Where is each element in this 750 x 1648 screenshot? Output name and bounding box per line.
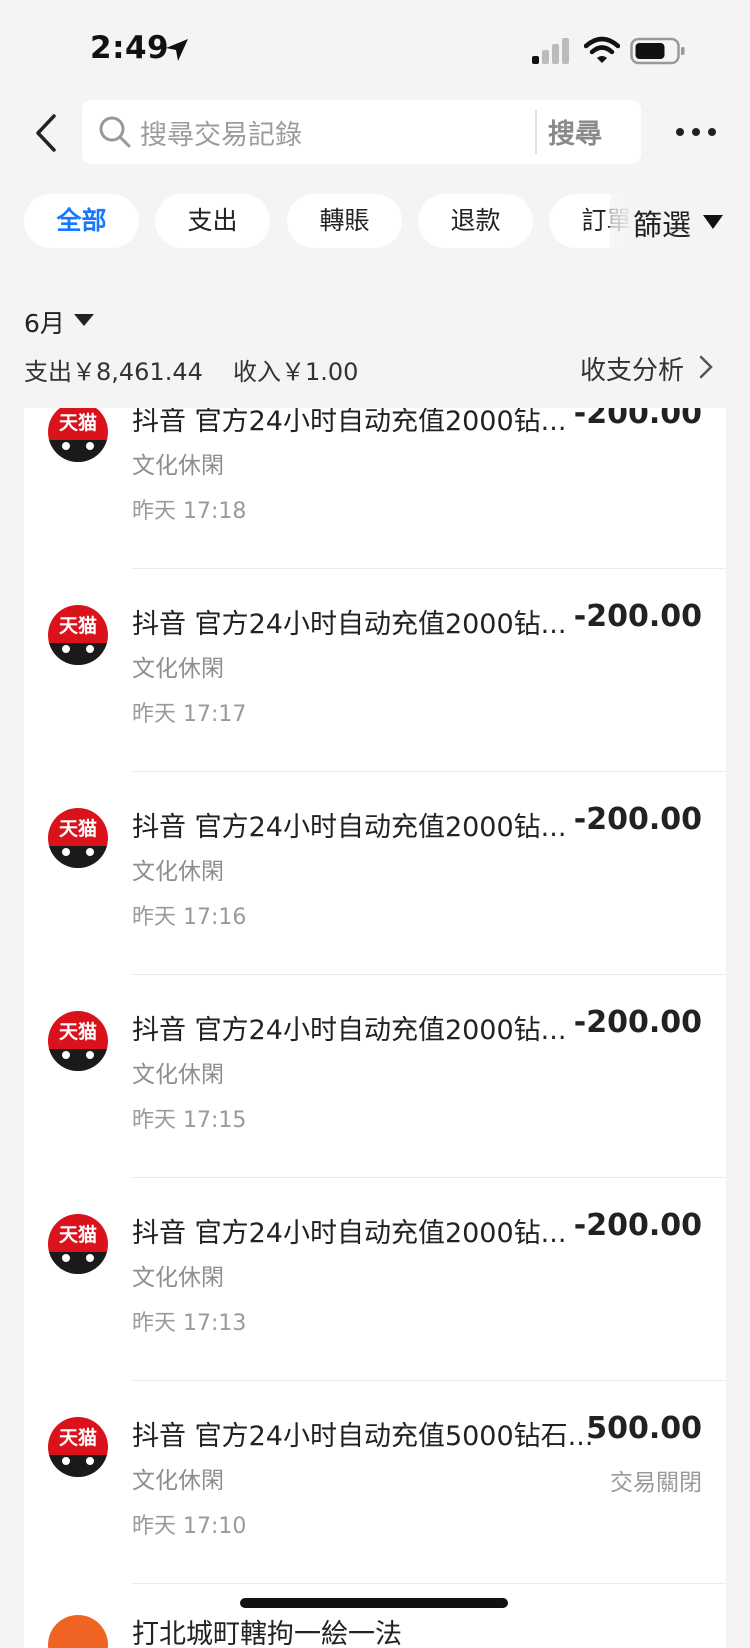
transaction-row[interactable]: 天猫 抖音 官方24小时自动充值2000钻... 文化休閑 昨天 17:18 -… xyxy=(24,408,726,569)
chip-all[interactable]: 全部 xyxy=(24,194,139,248)
transaction-amount: -200.00 xyxy=(573,408,702,431)
tmall-logo-icon: 天猫 xyxy=(48,1417,108,1477)
transaction-row[interactable]: 天猫 抖音 官方24小时自动充值2000钻... 文化休閑 昨天 17:17 -… xyxy=(24,569,726,772)
transaction-time: 昨天 17:17 xyxy=(132,702,247,727)
wifi-icon xyxy=(584,36,620,63)
analysis-link[interactable]: 收支分析 xyxy=(580,350,684,387)
tmall-logo-icon: 天猫 xyxy=(48,1214,108,1274)
transaction-time: 昨天 17:13 xyxy=(132,1311,247,1336)
tmall-logo-icon: 天猫 xyxy=(48,605,108,665)
expense-total: 支出￥8,461.44 xyxy=(24,358,203,386)
more-options-icon[interactable] xyxy=(674,120,718,144)
transaction-time: 昨天 17:18 xyxy=(132,499,247,524)
transaction-title: 抖音 官方24小时自动充值2000钻... xyxy=(132,408,567,437)
status-bar: 2:49 xyxy=(0,0,750,100)
logo-text: 天猫 xyxy=(58,1427,97,1449)
transaction-category: 文化休閑 xyxy=(132,656,224,682)
transaction-amount: -200.00 xyxy=(573,802,702,837)
transaction-time: 昨天 17:10 xyxy=(132,1514,247,1539)
transaction-amount: 500.00 xyxy=(586,1411,702,1446)
transaction-row[interactable]: 天猫 抖音 官方24小时自动充值5000钻石... 文化休閑 昨天 17:10 … xyxy=(24,1381,726,1584)
chip-transfer[interactable]: 轉賬 xyxy=(287,194,402,248)
month-dropdown-icon[interactable] xyxy=(72,312,96,328)
chip-expense[interactable]: 支出 xyxy=(155,194,270,248)
search-icon xyxy=(99,116,131,148)
logo-text: 天猫 xyxy=(58,1224,97,1246)
filter-button[interactable]: 篩選 xyxy=(633,202,691,244)
transaction-row[interactable]: 天猫 抖音 官方24小时自动充值2000钻... 文化休閑 昨天 17:15 -… xyxy=(24,975,726,1178)
logo-text: 天猫 xyxy=(58,412,97,434)
month-selector[interactable]: 6月 xyxy=(24,304,65,340)
transaction-title: 抖音 官方24小时自动充值2000钻... xyxy=(132,812,567,843)
chip-refund[interactable]: 退款 xyxy=(418,194,533,248)
tmall-logo-icon: 天猫 xyxy=(48,408,108,462)
transaction-title: 抖音 官方24小时自动充值2000钻... xyxy=(132,1015,567,1046)
row-divider xyxy=(132,1583,726,1584)
battery-icon xyxy=(630,37,685,65)
transaction-status: 交易關閉 xyxy=(610,1470,702,1496)
transaction-list: 天猫 抖音 官方24小时自动充值2000钻... 文化休閑 昨天 17:18 -… xyxy=(24,408,726,1648)
transaction-category: 文化休閑 xyxy=(132,859,224,885)
income-total: 收入￥1.00 xyxy=(233,358,359,386)
logo-text: 天猫 xyxy=(58,1021,97,1043)
transaction-time: 昨天 17:15 xyxy=(132,1108,247,1133)
transaction-amount: -200.00 xyxy=(573,1208,702,1243)
home-indicator[interactable] xyxy=(240,1598,508,1608)
status-time: 2:49 xyxy=(90,30,170,66)
search-divider xyxy=(535,110,537,154)
partial-row-title[interactable]: 打北城町轄拘一絵一法 xyxy=(132,1612,402,1648)
tmall-logo-icon: 天猫 xyxy=(48,1011,108,1071)
filter-dropdown-icon[interactable] xyxy=(702,214,724,230)
partial-row-logo-icon xyxy=(48,1615,108,1648)
logo-text: 天猫 xyxy=(58,615,97,637)
transaction-category: 文化休閑 xyxy=(132,453,224,479)
transaction-time: 昨天 17:16 xyxy=(132,905,247,930)
search-bar[interactable]: 搜尋交易記錄 搜尋 xyxy=(82,100,641,164)
transaction-amount: -200.00 xyxy=(573,599,702,634)
transaction-category: 文化休閑 xyxy=(132,1468,224,1494)
search-input[interactable]: 搜尋交易記錄 xyxy=(140,113,302,152)
transaction-title: 抖音 官方24小时自动充值2000钻... xyxy=(132,609,567,640)
cellular-signal-icon xyxy=(532,38,569,64)
transaction-amount: -200.00 xyxy=(573,1005,702,1040)
chevron-right-icon[interactable] xyxy=(698,354,714,380)
search-button[interactable]: 搜尋 xyxy=(548,112,602,151)
tmall-logo-icon: 天猫 xyxy=(48,808,108,868)
transaction-title: 抖音 官方24小时自动充值2000钻... xyxy=(132,1218,567,1249)
location-arrow-icon xyxy=(166,39,188,61)
transaction-category: 文化休閑 xyxy=(132,1062,224,1088)
back-chevron-icon[interactable] xyxy=(32,112,62,154)
transaction-row[interactable]: 天猫 抖音 官方24小时自动充值2000钻... 文化休閑 昨天 17:16 -… xyxy=(24,772,726,975)
transaction-title: 抖音 官方24小时自动充值5000钻石... xyxy=(132,1421,594,1452)
transaction-category: 文化休閑 xyxy=(132,1265,224,1291)
logo-text: 天猫 xyxy=(58,818,97,840)
transaction-row[interactable]: 天猫 抖音 官方24小时自动充值2000钻... 文化休閑 昨天 17:13 -… xyxy=(24,1178,726,1381)
